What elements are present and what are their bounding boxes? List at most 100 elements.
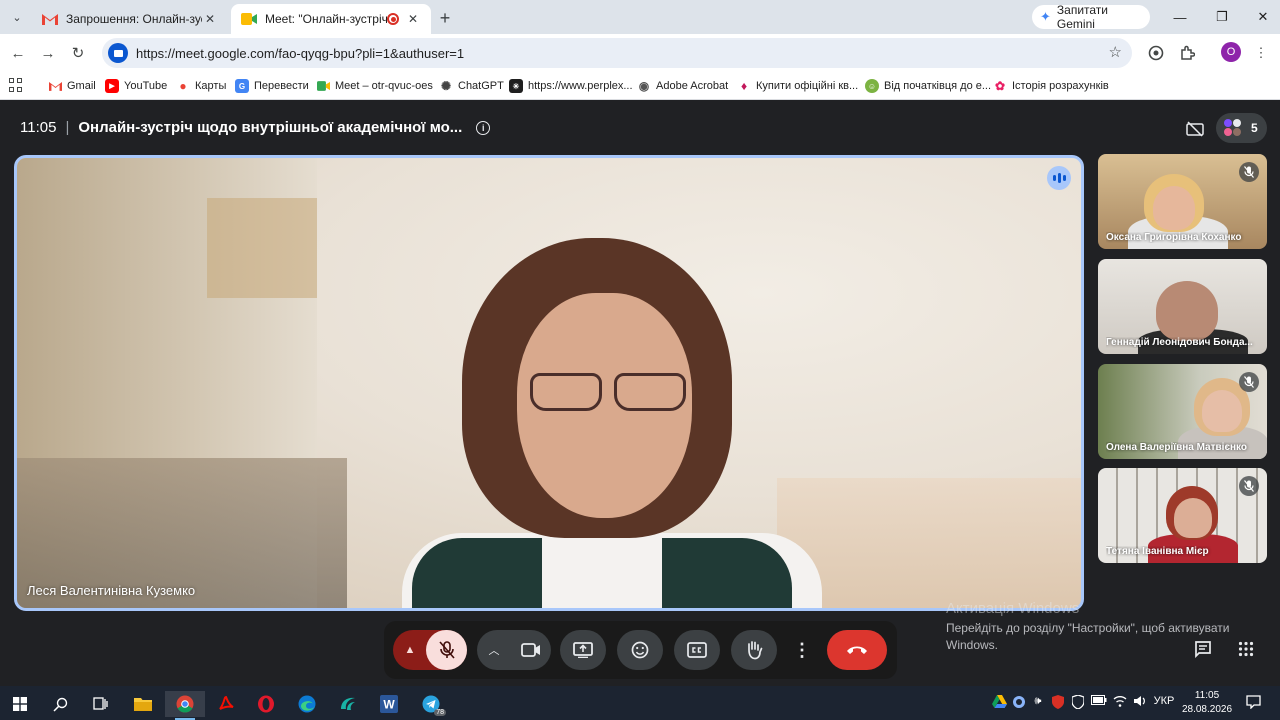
ask-gemini-button[interactable]: ✦ Запитати Gemini (1032, 3, 1150, 31)
puzzle-icon[interactable] (1176, 42, 1198, 64)
speaking-indicator-icon (1047, 166, 1071, 190)
present-screen-button[interactable] (560, 630, 606, 670)
participant-name: Геннадій Леонідович Бонда... (1106, 337, 1253, 348)
tab-title: Meet: "Онлайн-зустріч щодо (265, 12, 387, 26)
speaker-figure (402, 238, 822, 608)
weather-tray-icon[interactable] (1010, 695, 1028, 709)
bookmark-label: Від початківця до е... (884, 80, 992, 92)
info-icon[interactable]: i (476, 120, 491, 135)
battery-icon[interactable] (1090, 695, 1108, 705)
language-indicator[interactable]: УКР (1151, 695, 1177, 707)
bookmark-youtube[interactable]: ▶ YouTube (105, 77, 167, 95)
maximize-button[interactable]: ❐ (1207, 7, 1237, 27)
task-view-button[interactable] (80, 691, 120, 717)
translate-icon: G (235, 79, 249, 93)
minimize-button[interactable]: — (1165, 7, 1195, 27)
participants-count: 5 (1251, 121, 1258, 135)
apps-grid-icon[interactable] (9, 78, 23, 92)
course-icon: ☺ (865, 79, 879, 93)
search-button[interactable] (40, 691, 80, 717)
system-clock[interactable]: 11:05 28.08.2026 (1180, 689, 1234, 717)
history-icon: ✿ (994, 79, 1006, 93)
forward-button[interactable]: → (36, 41, 60, 65)
chrome-taskbar-button[interactable] (165, 691, 205, 720)
bookmark-meet[interactable]: Meet – otr-qvuc-oes (316, 77, 433, 95)
volume-icon[interactable]: 🕪 (1030, 695, 1046, 708)
bookmark-gmail[interactable]: Gmail (48, 77, 96, 95)
bookmark-course[interactable]: ☺ Від початківця до е... (865, 77, 991, 95)
activation-text: Перейдіть до розділу "Настройки", щоб ак… (946, 621, 1230, 652)
acrobat-taskbar-button[interactable] (206, 691, 246, 717)
chevron-up-icon: ▲ (404, 644, 416, 656)
bookmark-label: Карты (195, 80, 227, 92)
bookmark-translate[interactable]: G Перевести (235, 77, 309, 95)
edge-taskbar-button[interactable] (287, 691, 327, 717)
tab-search-button[interactable]: ⌄ (6, 6, 28, 28)
new-tab-button[interactable]: + (434, 7, 456, 29)
tab-meet[interactable]: Meet: "Онлайн-зустріч щодо ✕ (231, 4, 431, 34)
word-taskbar-button[interactable]: W (369, 691, 409, 717)
speaker-icon[interactable] (1131, 695, 1149, 707)
gemini-icon: ✦ (1040, 9, 1051, 24)
security-tray-icon[interactable] (1069, 695, 1087, 709)
camera-options-button[interactable]: ︿ (477, 630, 511, 670)
mic-toggle-button[interactable] (426, 630, 467, 670)
participant-tile[interactable]: Олена Валеріївна Матвієнко (1098, 364, 1267, 459)
meet-call-area: 11:05 | Онлайн-зустріч щодо внутрішньої … (0, 101, 1280, 686)
bookmark-chatgpt[interactable]: ✺ ChatGPT (439, 77, 504, 95)
notifications-button[interactable] (1242, 695, 1264, 709)
camera-toggle-button[interactable] (510, 630, 551, 670)
maps-icon: ● (179, 79, 187, 93)
video-background (777, 478, 1081, 608)
captions-button[interactable] (674, 630, 720, 670)
word-icon: W (380, 695, 398, 713)
bookmark-label: https://www.perplex... (528, 80, 633, 92)
close-icon[interactable]: ✕ (405, 12, 421, 26)
profile-avatar[interactable]: O (1221, 42, 1241, 62)
camera-off-tile-icon[interactable] (1182, 116, 1208, 142)
address-bar[interactable]: https://meet.google.com/fao-qyqg-bpu?pli… (102, 38, 1132, 68)
reactions-button[interactable] (617, 630, 663, 670)
participant-tile[interactable]: Оксана Григорівна Коханко (1098, 154, 1267, 249)
start-button[interactable] (0, 691, 40, 717)
arrow-left-icon: ← (10, 44, 26, 62)
bookmark-acrobat[interactable]: ◉ Adobe Acrobat (637, 77, 728, 95)
bookmark-label: Перевести (254, 80, 309, 92)
tab-invitation[interactable]: Запрошення: Онлайн-зустріч щодо ✕ (32, 4, 228, 34)
raise-hand-button[interactable] (731, 630, 777, 670)
opera-taskbar-button[interactable] (246, 691, 286, 717)
reload-button[interactable]: ↻ (66, 41, 90, 65)
bookmark-perplexity[interactable]: ✳ https://www.perplex... (509, 77, 633, 95)
extension-icon[interactable] (1145, 42, 1167, 64)
app-taskbar-button[interactable] (328, 691, 368, 717)
telegram-badge: 78 (434, 709, 446, 716)
bookmark-star-icon[interactable]: ☆ (1109, 43, 1122, 61)
site-camera-icon[interactable] (108, 43, 128, 63)
main-speaker-name: Леся Валентинівна Куземко (27, 583, 196, 598)
main-speaker-video[interactable]: Леся Валентинівна Куземко (14, 155, 1084, 611)
close-icon[interactable]: ✕ (202, 12, 218, 26)
bookmark-history[interactable]: ✿ Історія розрахунків (993, 77, 1109, 95)
back-button[interactable]: ← (6, 41, 30, 65)
bookmark-label: Історія розрахунків (1012, 80, 1109, 92)
bookmark-tickets[interactable]: ♦ Купити офіційні кв... (737, 77, 858, 95)
end-call-button[interactable] (827, 630, 887, 670)
mic-off-icon (1239, 162, 1259, 182)
bookmark-maps[interactable]: ● Карты (176, 77, 226, 95)
participants-button[interactable]: 5 (1216, 113, 1267, 143)
shield-icon[interactable] (1049, 695, 1067, 709)
google-drive-icon[interactable] (990, 695, 1008, 708)
wifi-icon[interactable] (1111, 695, 1129, 707)
captions-icon (687, 642, 707, 658)
file-explorer-button[interactable] (123, 691, 163, 717)
bookmarks-bar: Gmail ▶ YouTube ● Карты G Перевести Meet… (0, 72, 1280, 100)
participants-avatars-icon (1224, 119, 1242, 137)
more-options-button[interactable]: ⋮ (788, 630, 816, 670)
close-window-button[interactable]: ✕ (1248, 7, 1278, 27)
mic-options-button[interactable]: ▲ (393, 630, 427, 670)
participant-tile[interactable]: Тетяна Іванівна Мієр (1098, 468, 1267, 563)
participant-tile[interactable]: Геннадій Леонідович Бонда... (1098, 259, 1267, 354)
video-background (207, 198, 317, 298)
telegram-taskbar-button[interactable]: 78 (411, 691, 451, 717)
menu-dots-icon[interactable]: ⋮ (1250, 42, 1272, 64)
